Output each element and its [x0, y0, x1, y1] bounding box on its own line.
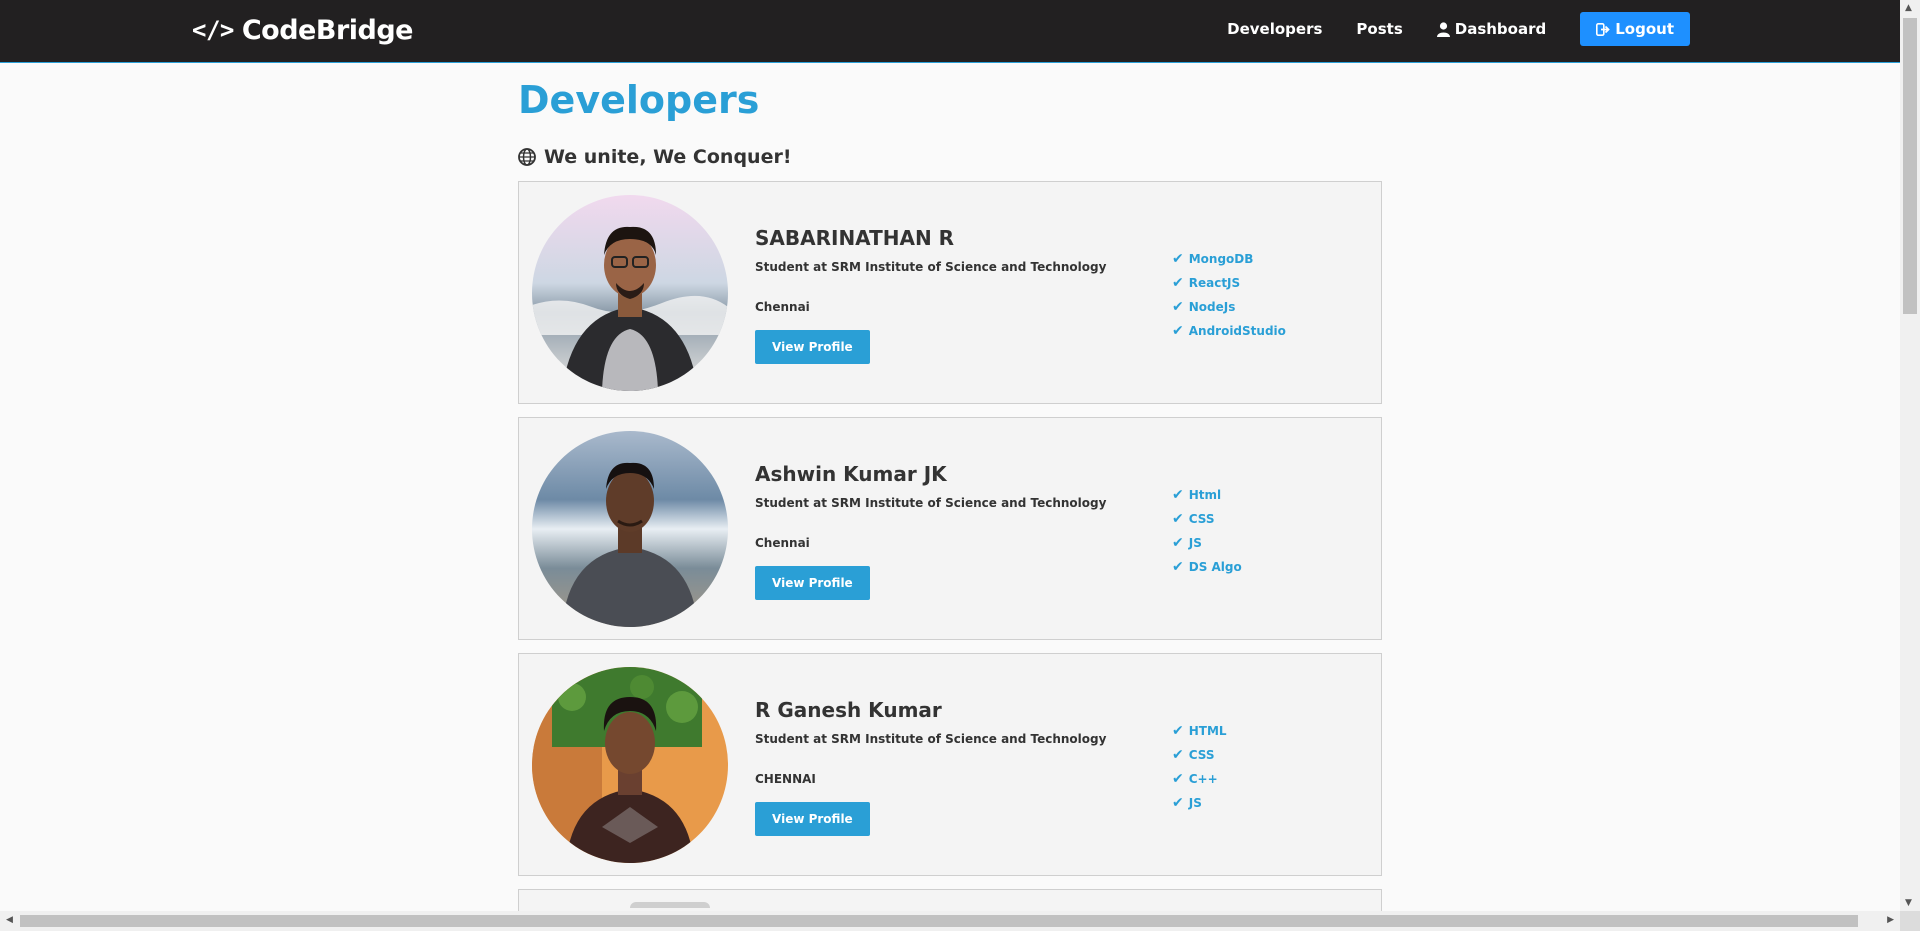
brand-name: CodeBridge [241, 14, 414, 46]
skill-item: ✔ CSS [1172, 743, 1227, 767]
nav-posts[interactable]: Posts [1356, 20, 1402, 38]
developer-name: Ashwin Kumar JK [755, 461, 947, 486]
main-container: Developers We unite, We Conquer! SABARIN… [518, 62, 1382, 931]
scrollbar-corner [1900, 911, 1920, 931]
skill-label: ReactJS [1188, 275, 1241, 290]
view-profile-button[interactable]: View Profile [755, 801, 870, 836]
skill-label: C++ [1188, 771, 1218, 786]
developer-location: Chennai [755, 299, 810, 314]
globe-icon [518, 147, 536, 166]
scroll-up-icon[interactable]: ▲ [1905, 3, 1912, 13]
skill-item: ✔ JS [1172, 791, 1227, 815]
skill-label: NodeJs [1188, 299, 1236, 314]
profile-card: Ashwin Kumar JK Student at SRM Institute… [518, 416, 1382, 640]
profile-card: R Ganesh Kumar Student at SRM Institute … [518, 652, 1382, 876]
developer-status: Student at SRM Institute of Science and … [755, 495, 1107, 510]
skill-label: MongoDB [1188, 251, 1254, 266]
skills-list: ✔ Html ✔ CSS ✔ JS ✔ DS Algo [1172, 483, 1242, 579]
logout-label: Logout [1615, 20, 1674, 38]
nav-links: Developers Posts Dashboard Logout [1227, 12, 1690, 46]
scroll-down-icon[interactable]: ▼ [1905, 898, 1912, 908]
avatar [532, 194, 728, 391]
skill-label: JS [1188, 535, 1202, 550]
skill-label: Html [1188, 487, 1222, 502]
nav-dashboard[interactable]: Dashboard [1436, 20, 1547, 38]
navbar: </> CodeBridge Developers Posts Dashboar… [0, 0, 1900, 63]
skill-label: CSS [1188, 747, 1215, 762]
skill-item: ✔ CSS [1172, 507, 1242, 531]
skill-item: ✔ ReactJS [1172, 271, 1286, 295]
check-icon: ✔ [1172, 510, 1184, 527]
skill-item: ✔ MongoDB [1172, 247, 1286, 271]
horizontal-scrollbar[interactable]: ◀ ▶ [0, 911, 1900, 931]
check-icon: ✔ [1172, 322, 1184, 339]
check-icon: ✔ [1172, 274, 1184, 291]
skill-label: HTML [1188, 723, 1227, 738]
logout-button[interactable]: Logout [1580, 12, 1690, 46]
skill-label: AndroidStudio [1188, 323, 1286, 338]
skill-label: JS [1188, 795, 1202, 810]
skill-item: ✔ DS Algo [1172, 555, 1242, 579]
check-icon: ✔ [1172, 534, 1184, 551]
skill-item: ✔ NodeJs [1172, 295, 1286, 319]
vertical-scrollbar[interactable]: ▲ ▼ [1900, 0, 1920, 911]
nav-dashboard-label: Dashboard [1454, 20, 1547, 38]
check-icon: ✔ [1172, 722, 1184, 739]
scroll-right-icon[interactable]: ▶ [1887, 915, 1894, 925]
skill-label: CSS [1188, 511, 1215, 526]
skill-item: ✔ AndroidStudio [1172, 319, 1286, 343]
brand-link[interactable]: </> CodeBridge [192, 13, 413, 47]
avatar [532, 666, 728, 863]
page-lead-text: We unite, We Conquer! [544, 145, 792, 168]
skill-item: ✔ Html [1172, 483, 1242, 507]
avatar [532, 430, 728, 627]
user-icon [1436, 21, 1450, 37]
sign-out-icon [1596, 22, 1611, 36]
view-profile-button[interactable]: View Profile [755, 329, 870, 364]
check-icon: ✔ [1172, 558, 1184, 575]
check-icon: ✔ [1172, 746, 1184, 763]
profile-info: R Ganesh Kumar Student at SRM Institute … [755, 698, 1155, 836]
view-profile-button[interactable]: View Profile [755, 565, 870, 600]
skill-item: ✔ HTML [1172, 719, 1227, 743]
developer-status: Student at SRM Institute of Science and … [755, 731, 1107, 746]
developer-location: Chennai [755, 535, 810, 550]
profile-info: SABARINATHAN R Student at SRM Institute … [755, 226, 1155, 364]
developer-status: Student at SRM Institute of Science and … [755, 259, 1107, 274]
developer-name: R Ganesh Kumar [755, 697, 942, 722]
scroll-left-icon[interactable]: ◀ [6, 915, 13, 925]
avatar [630, 901, 710, 908]
vertical-scroll-thumb[interactable] [1903, 18, 1917, 314]
skills-list: ✔ HTML ✔ CSS ✔ C++ ✔ JS [1172, 719, 1227, 815]
check-icon: ✔ [1172, 298, 1184, 315]
nav-developers[interactable]: Developers [1227, 20, 1322, 38]
horizontal-scroll-thumb[interactable] [20, 915, 1858, 927]
page-lead: We unite, We Conquer! [518, 146, 1382, 168]
page-title: Developers [518, 78, 760, 122]
profile-card: SABARINATHAN R Student at SRM Institute … [518, 180, 1382, 404]
skill-item: ✔ JS [1172, 531, 1242, 555]
check-icon: ✔ [1172, 486, 1184, 503]
code-icon: </> [192, 16, 234, 44]
check-icon: ✔ [1172, 770, 1184, 787]
skills-list: ✔ MongoDB ✔ ReactJS ✔ NodeJs ✔ AndroidStudio [1172, 247, 1286, 343]
skill-item: ✔ C++ [1172, 767, 1227, 791]
check-icon: ✔ [1172, 250, 1184, 267]
profile-info: Ashwin Kumar JK Student at SRM Institute… [755, 462, 1155, 600]
skill-label: DS Algo [1188, 559, 1242, 574]
developer-location: CHENNAI [755, 771, 816, 786]
developer-name: SABARINATHAN R [755, 225, 955, 250]
check-icon: ✔ [1172, 794, 1184, 811]
